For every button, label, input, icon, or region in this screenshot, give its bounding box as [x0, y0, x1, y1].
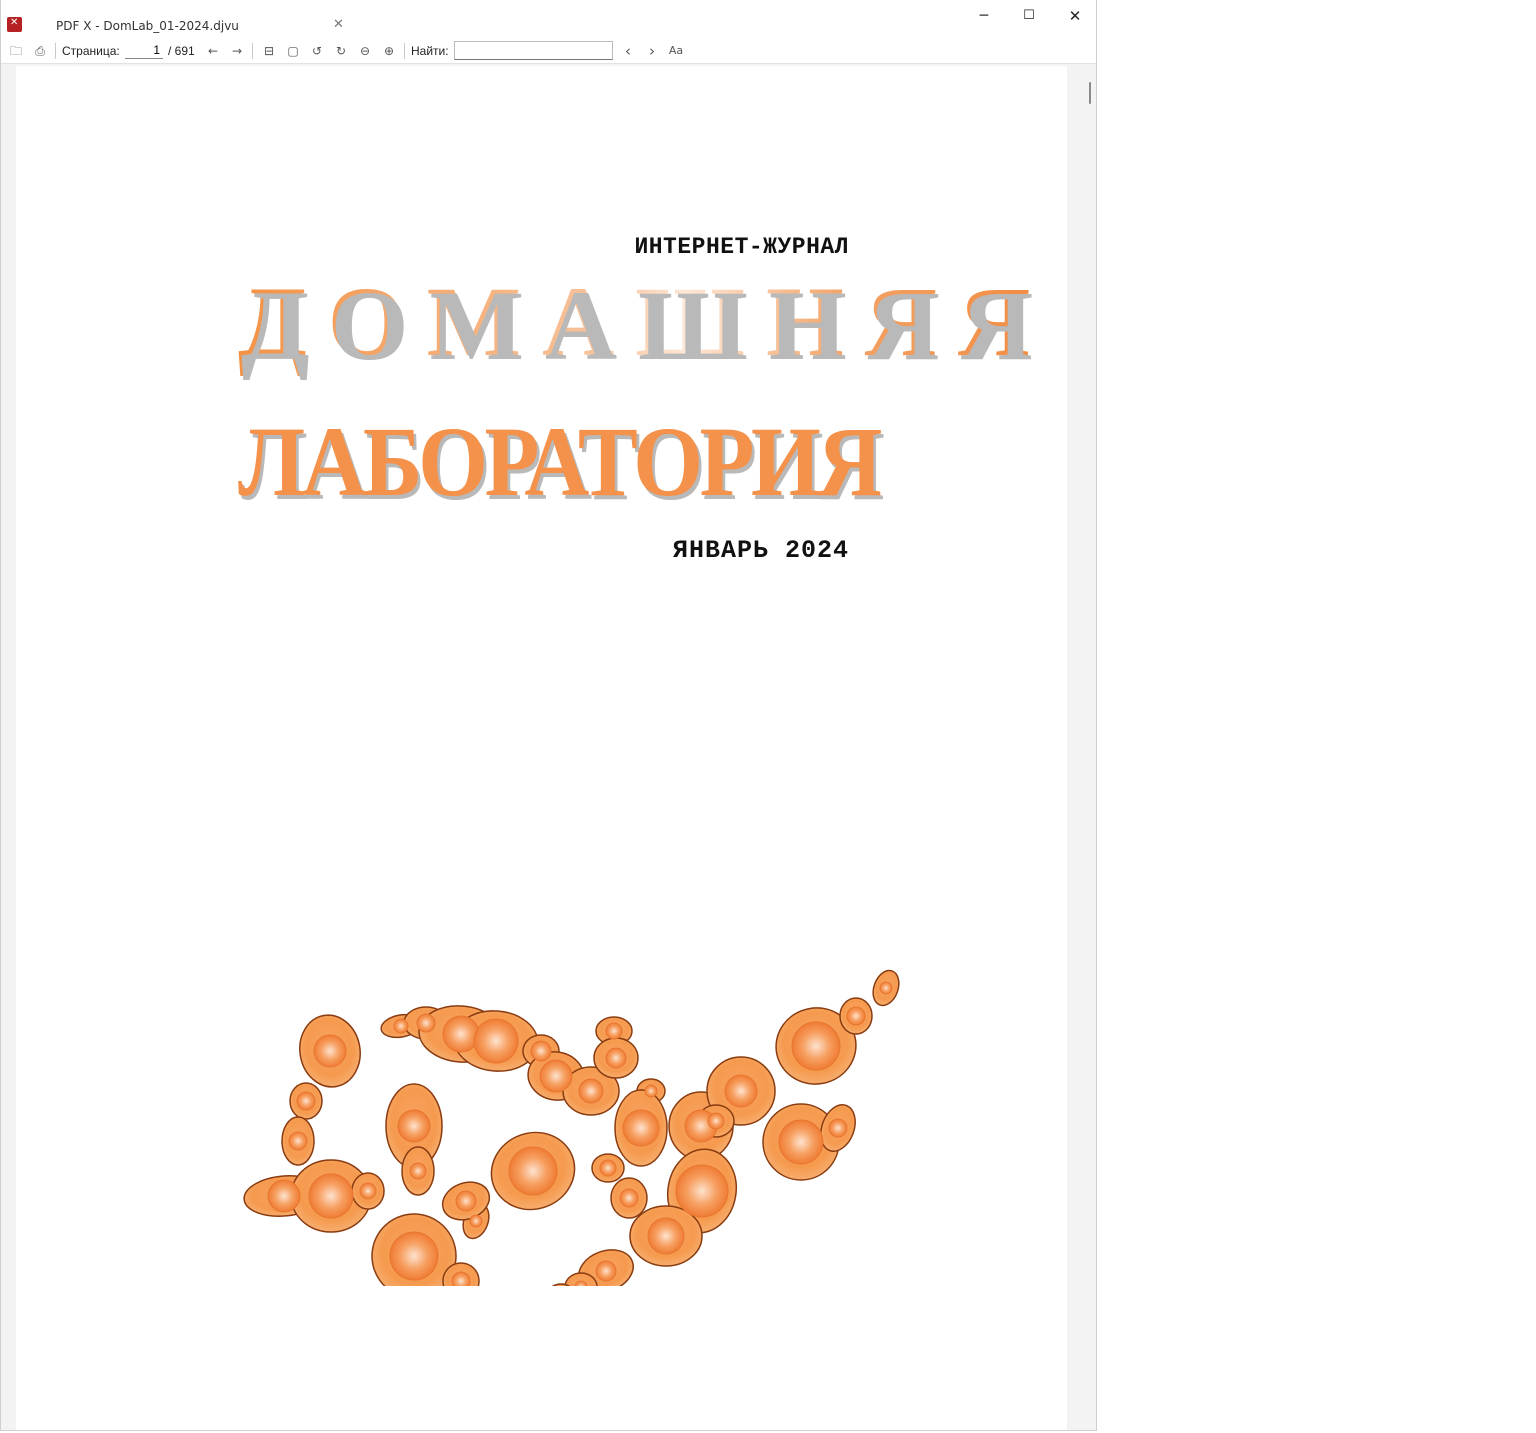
- zoom-out-icon[interactable]: ⊖: [356, 42, 374, 60]
- yeast-cell-nucleus: [469, 1214, 483, 1228]
- page-number-input[interactable]: [125, 41, 163, 59]
- yeast-cell-nucleus: [416, 1013, 436, 1033]
- prev-page-icon[interactable]: ←: [204, 42, 222, 60]
- magazine-title-line1-text: ДОМАШНЯЯ: [238, 266, 1052, 377]
- print-icon[interactable]: ⎙: [31, 42, 49, 60]
- yeast-cell-nucleus: [308, 1173, 354, 1219]
- yeast-cell-nucleus: [778, 1119, 824, 1165]
- document-page: ИНТЕРНЕТ-ЖУРНАЛ ДОМАШНЯЯ ЛАБОРАТОРИЯ ЯНВ…: [16, 66, 1067, 1430]
- app-window: ✕ PDF X - DomLab_01-2024.djvu ✕ ─ ☐ ✕ 🗀 …: [0, 0, 1097, 1431]
- toolbar-divider: [252, 43, 253, 59]
- document-viewport[interactable]: ИНТЕРНЕТ-ЖУРНАЛ ДОМАШНЯЯ ЛАБОРАТОРИЯ ЯНВ…: [1, 64, 1096, 1430]
- yeast-cell-nucleus: [599, 1159, 617, 1177]
- zoom-in-icon[interactable]: ⊕: [380, 42, 398, 60]
- yeast-cell-nucleus: [647, 1217, 685, 1255]
- yeast-cell-nucleus: [578, 1078, 604, 1104]
- yeast-cell-nucleus: [539, 1059, 573, 1093]
- yeast-cell-nucleus: [644, 1084, 658, 1098]
- yeast-cell-nucleus: [595, 1260, 617, 1282]
- fit-page-icon[interactable]: ▢: [284, 42, 302, 60]
- tab-close-icon[interactable]: ✕: [333, 17, 344, 32]
- page-total: / 691: [168, 44, 195, 58]
- fit-width-icon[interactable]: ⊟: [260, 42, 278, 60]
- title-bar: ✕ PDF X - DomLab_01-2024.djvu ✕ ─ ☐ ✕: [1, 0, 1096, 40]
- find-next-icon[interactable]: ›: [643, 42, 661, 60]
- open-folder-icon[interactable]: 🗀: [7, 42, 25, 60]
- yeast-cell-nucleus: [605, 1022, 623, 1040]
- yeast-cells-illustration: [243, 969, 900, 1286]
- yeast-cell-nucleus: [296, 1091, 316, 1111]
- app-logo-icon: ✕: [7, 17, 22, 32]
- rotate-right-icon[interactable]: ↻: [332, 42, 350, 60]
- yeast-cell-nucleus: [473, 1018, 519, 1064]
- rotate-left-icon[interactable]: ↺: [308, 42, 326, 60]
- magazine-title-line2: ЛАБОРАТОРИЯ: [238, 406, 882, 517]
- issue-date: ЯНВАРЬ 2024: [672, 536, 849, 565]
- find-prev-icon[interactable]: ‹: [619, 42, 637, 60]
- yeast-cell-nucleus: [393, 1018, 409, 1034]
- scrollbar-thumb[interactable]: [1089, 82, 1091, 104]
- yeast-cell-nucleus: [879, 981, 893, 995]
- toolbar-divider: [404, 43, 405, 59]
- yeast-cell-nucleus: [267, 1179, 301, 1213]
- yeast-cell-nucleus: [675, 1164, 729, 1218]
- yeast-cell-nucleus: [724, 1074, 758, 1108]
- find-label: Найти:: [411, 44, 449, 58]
- yeast-cell-nucleus: [619, 1188, 639, 1208]
- yeast-cell-nucleus: [846, 1006, 866, 1026]
- yeast-cell-nucleus: [451, 1271, 471, 1286]
- yeast-cell-nucleus: [455, 1190, 477, 1212]
- match-case-icon[interactable]: Aa: [667, 42, 685, 60]
- yeast-cell-nucleus: [288, 1131, 308, 1151]
- yeast-cell-nucleus: [828, 1118, 848, 1138]
- yeast-cell-nucleus: [442, 1015, 480, 1053]
- yeast-cell-nucleus: [530, 1040, 552, 1062]
- yeast-cell-nucleus: [389, 1231, 439, 1281]
- tab-title[interactable]: PDF X - DomLab_01-2024.djvu: [56, 19, 239, 33]
- minimize-button[interactable]: ─: [961, 5, 1007, 27]
- magazine-title-line1: ДОМАШНЯЯ: [238, 264, 1051, 379]
- next-page-icon[interactable]: →: [228, 42, 246, 60]
- yeast-cell-nucleus: [508, 1146, 558, 1196]
- yeast-cell-nucleus: [605, 1047, 627, 1069]
- yeast-cell-nucleus: [397, 1109, 431, 1143]
- close-button[interactable]: ✕: [1052, 5, 1096, 27]
- yeast-cell-nucleus: [359, 1182, 377, 1200]
- toolbar: 🗀 ⎙ Страница: / 691 ← → ⊟ ▢ ↺ ↻ ⊖ ⊕ Найт…: [1, 40, 1096, 64]
- yeast-cell-nucleus: [409, 1162, 427, 1180]
- page-label: Страница:: [62, 44, 120, 58]
- search-input[interactable]: [454, 41, 613, 60]
- yeast-cell-nucleus: [791, 1021, 841, 1071]
- yeast-cell-nucleus: [707, 1112, 725, 1130]
- yeast-cell-nucleus: [622, 1109, 660, 1147]
- vertical-scrollbar[interactable]: [1085, 70, 1096, 1430]
- maximize-button[interactable]: ☐: [1006, 5, 1052, 27]
- app-logo-glyph: ✕: [10, 17, 19, 28]
- yeast-cell-nucleus: [313, 1034, 347, 1068]
- magazine-subtitle: ИНТЕРНЕТ-ЖУРНАЛ: [634, 234, 849, 260]
- toolbar-divider: [55, 43, 56, 59]
